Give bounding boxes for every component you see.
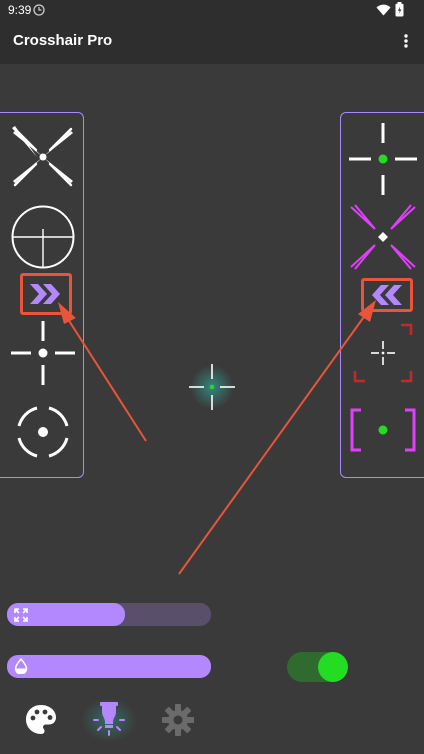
opacity-slider[interactable] [7, 655, 211, 678]
opacity-slider-fill [7, 655, 211, 678]
crosshair-preview[interactable] [183, 358, 241, 416]
flashlight-icon[interactable] [80, 698, 138, 744]
size-slider[interactable] [7, 603, 211, 626]
crosshair-toggle-thumb[interactable] [318, 652, 348, 682]
settings-gear-icon[interactable] [161, 703, 195, 737]
opacity-drop-icon [14, 658, 28, 674]
resize-icon [14, 608, 28, 622]
palette-icon[interactable] [24, 703, 58, 737]
